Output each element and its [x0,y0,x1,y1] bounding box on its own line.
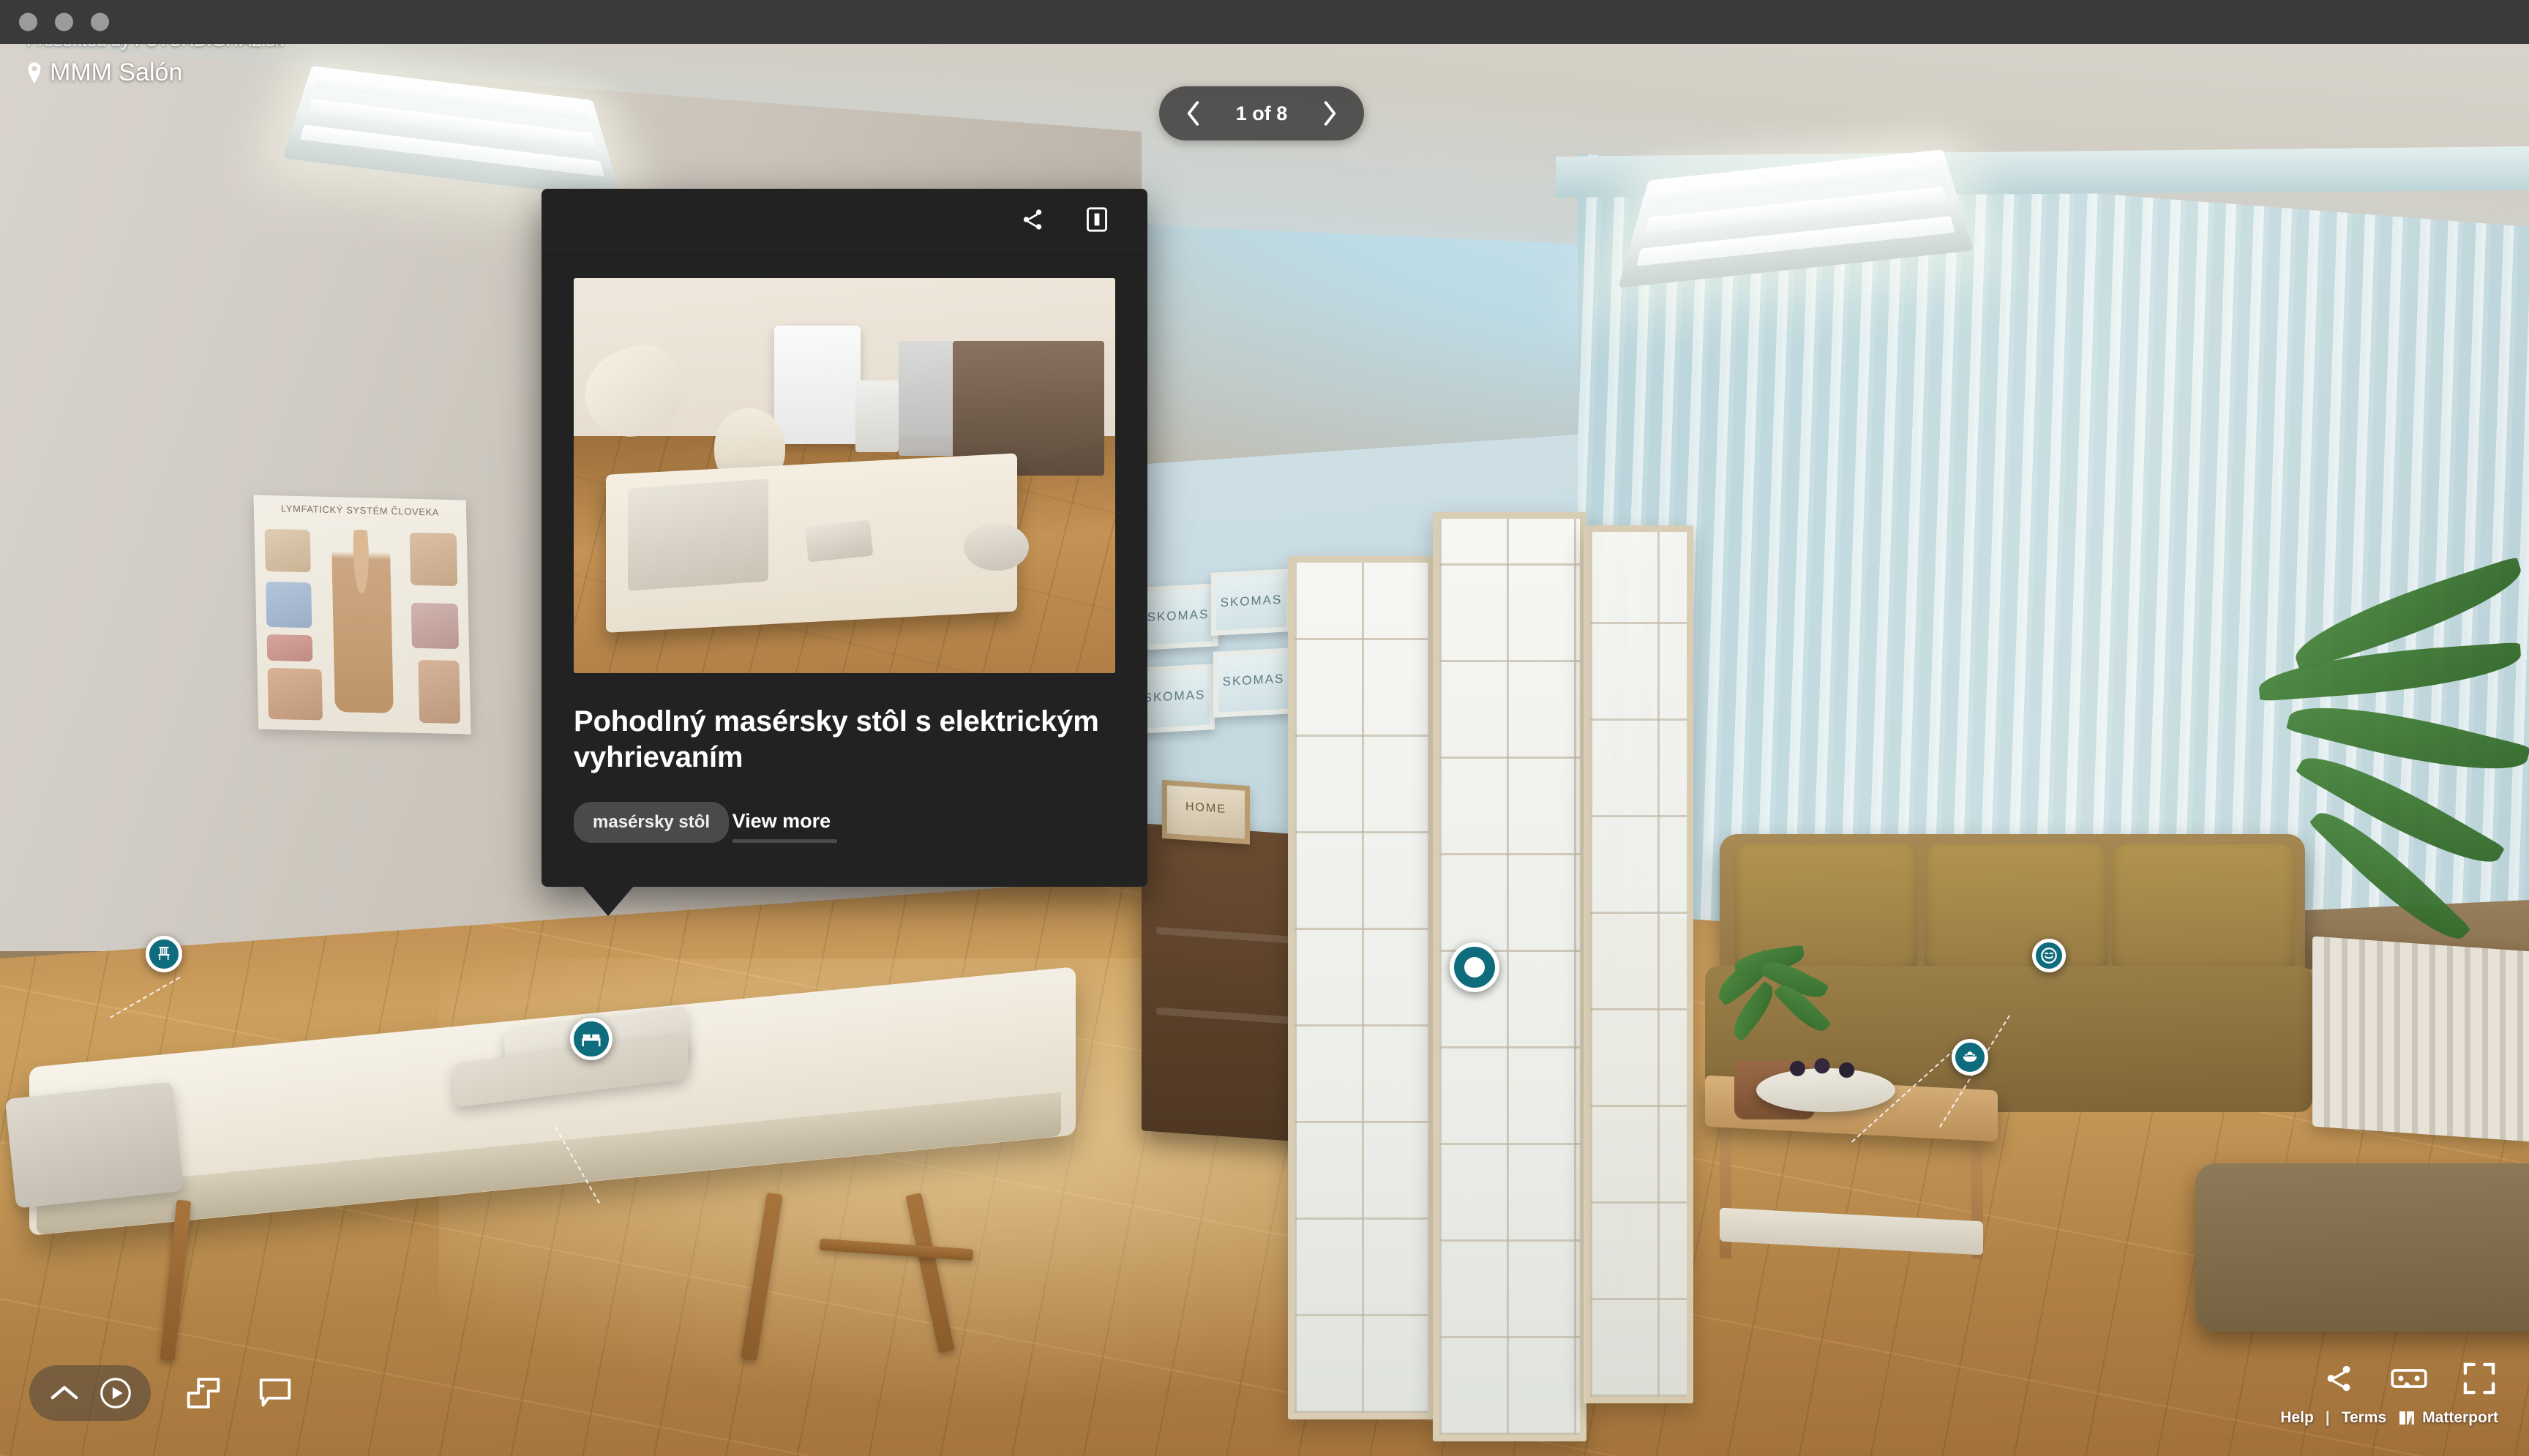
anatomy-poster: LYMFATICKÝ SYSTÉM ČLOVEKA [253,495,471,735]
minimize-button[interactable] [55,12,73,31]
photo-supply-cart [899,341,959,456]
help-link[interactable]: Help [2280,1409,2314,1427]
matterport-logo-icon [2399,1411,2415,1425]
chevron-left-icon [1187,101,1199,126]
next-tag-button[interactable] [1314,98,1345,129]
photo-sink [773,325,861,444]
player-pill [29,1365,151,1421]
grapes [1778,1058,1866,1084]
window-titlebar [0,0,2529,44]
view-more-label: View more [732,810,831,833]
vr-goggles-icon [2391,1369,2427,1388]
chevron-up-icon [50,1386,78,1400]
tags-button[interactable] [256,1374,294,1412]
tag-navigation-pill: 1 of 8 [1159,86,1364,140]
radiator [2312,936,2529,1142]
wall-art-label: SKOMAS [1143,687,1206,705]
share-icon [2327,1365,2350,1392]
fullscreen-icon [2463,1362,2495,1395]
view-more-underline [732,839,837,844]
chair-icon [158,947,170,960]
massage-table-hotspot[interactable] [570,1018,612,1060]
food-bowl-hotspot[interactable] [1952,1039,1988,1076]
share-icon [1023,209,1042,230]
share-button[interactable] [2320,1359,2358,1397]
grey-towel [4,1081,184,1209]
view-more-link[interactable]: View more [732,810,837,844]
floorplan-button[interactable] [184,1374,222,1412]
previous-tag-button[interactable] [1178,98,1209,129]
poster-title: LYMFATICKÝ SYSTÉM ČLOVEKA [280,503,440,518]
collapse-panel-button[interactable] [45,1374,83,1412]
photo-laundry-bin [855,380,899,452]
photo-towel [628,479,769,591]
comment-tag-icon [259,1378,291,1407]
matterport-brand[interactable]: Matterport [2398,1409,2498,1427]
tag-photo[interactable] [574,278,1115,673]
card-layout-toggle[interactable] [1080,203,1114,236]
card-share-button[interactable] [1016,203,1049,236]
panel-layout-icon [1087,206,1107,232]
fullscreen-button[interactable] [2460,1359,2498,1397]
card-body: Pohodlný masérsky stôl s elektrickým vyh… [542,250,1147,887]
terms-link[interactable]: Terms [2342,1409,2386,1427]
tag-label-pill[interactable]: masérsky stôl [574,802,730,844]
card-header [542,189,1147,250]
tag-counter: 1 of 8 [1235,102,1288,124]
poster-figure [331,529,394,713]
sofa-cushion [1925,844,2108,976]
location-pin-icon [28,61,41,84]
bed-icon [582,1034,601,1046]
close-button[interactable] [19,12,37,31]
location-row: MMM Salón [26,59,284,87]
sofa-back [2195,1163,2529,1332]
virtual-tour-viewer: LYMFATICKÝ SYSTÉM ČLOVEKA SKOMAS SKOMAS … [0,0,2529,1456]
wall-art-frame: SKOMAS [1138,583,1218,650]
floorplan-icon [187,1378,220,1408]
donut-icon [1464,957,1485,977]
tag-title: Pohodlný masérsky stôl s elektrickým vyh… [574,705,1099,774]
home-sign-label: HOME [1185,800,1226,817]
traffic-lights [19,12,109,31]
panorama-viewport[interactable]: LYMFATICKÝ SYSTÉM ČLOVEKA SKOMAS SKOMAS … [0,44,2529,1456]
tag-info-card: Pohodlný masérsky stôl s elektrickým vyh… [542,189,1147,917]
play-circle-icon [100,1378,131,1408]
bottom-left-controls [29,1365,294,1421]
footer-separator: | [2325,1409,2330,1426]
vr-mode-button[interactable] [2390,1359,2428,1397]
table-shelf [1720,1207,1983,1256]
photo-rolled-towel [804,519,874,562]
smiley-icon [2041,947,2057,964]
matterport-label: Matterport [2422,1409,2498,1426]
zoom-button[interactable] [91,12,109,31]
divider-panel [1288,556,1434,1419]
room-link-hotspot[interactable] [1450,942,1499,992]
chair-hotspot[interactable] [146,936,182,972]
card-pointer-tail [582,885,634,917]
bottom-right-controls: Help | Terms Matterport [2280,1359,2498,1427]
bowl-icon [1963,1051,1977,1062]
smiley-hotspot[interactable] [2032,939,2066,972]
wall-art-label: SKOMAS [1147,607,1210,625]
viewer-action-icons [2280,1359,2498,1397]
home-sign: HOME [1162,779,1250,845]
play-tour-button[interactable] [97,1374,135,1412]
footer-links: Help | Terms Matterport [2280,1409,2498,1427]
photo-face-pillow [963,522,1029,571]
chevron-right-icon [1324,101,1336,126]
location-name: MMM Salón [50,59,183,86]
divider-panel [1584,525,1693,1403]
